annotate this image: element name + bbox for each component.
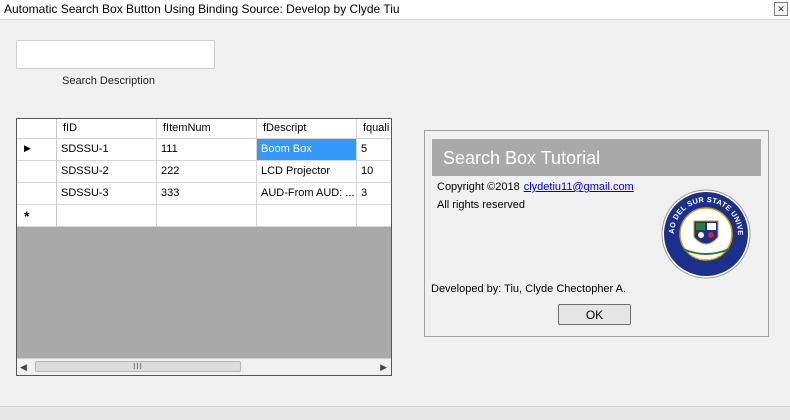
title-bar: Automatic Search Box Button Using Bindin… [0, 0, 790, 20]
university-seal-logo: SURIGAO DEL SUR STATE UNIVERSITY CANTILA… [661, 189, 751, 279]
column-header-fitemnum[interactable]: fItemNum [157, 119, 257, 139]
new-row-cell[interactable] [257, 205, 357, 227]
search-label: Search Description [62, 75, 155, 87]
column-header-fquality[interactable]: fquali [357, 119, 391, 139]
close-icon[interactable]: ✕ [774, 2, 788, 16]
new-row-icon: * [24, 208, 30, 224]
scroll-thumb[interactable]: III [35, 361, 241, 372]
grid-header: fID fItemNum fDescript fquali [17, 119, 391, 140]
search-input[interactable] [16, 40, 215, 69]
table-cell[interactable]: 333 [157, 183, 257, 205]
copyright-line: Copyright ©2018 clydetiu11@gmail.com [437, 181, 634, 193]
new-row-cell[interactable] [157, 205, 257, 227]
rights-text: All rights reserved [437, 199, 526, 211]
table-cell[interactable]: LCD Projector [257, 161, 357, 183]
new-row-header[interactable]: * [17, 205, 57, 227]
current-row-icon: ▶ [24, 143, 31, 153]
table-cell[interactable]: 3 [357, 183, 391, 205]
ok-button[interactable]: OK [558, 304, 631, 325]
selected-cell[interactable]: Boom Box [257, 139, 357, 161]
horizontal-scrollbar[interactable]: ◀ III ▶ [17, 358, 391, 375]
panel-title: Search Box Tutorial [443, 148, 601, 168]
window-title: Automatic Search Box Button Using Bindin… [4, 2, 400, 16]
table-cell[interactable]: 222 [157, 161, 257, 183]
email-link[interactable]: clydetiu11@gmail.com [524, 181, 634, 193]
window-bottom-edge [0, 406, 790, 420]
data-grid[interactable]: fID fItemNum fDescript fquali ▶ SDSSU-1 … [16, 118, 392, 376]
scroll-right-icon[interactable]: ▶ [380, 362, 387, 373]
panel-header: Search Box Tutorial [432, 139, 761, 176]
grid-corner-header[interactable] [17, 119, 57, 139]
scroll-left-icon[interactable]: ◀ [20, 362, 27, 373]
table-cell[interactable]: SDSSU-1 [57, 139, 157, 161]
row-header[interactable] [17, 183, 57, 205]
row-header[interactable] [17, 161, 57, 183]
table-cell[interactable]: SDSSU-3 [57, 183, 157, 205]
row-header-current[interactable]: ▶ [17, 139, 57, 161]
column-header-fid[interactable]: fID [57, 119, 157, 139]
table-cell[interactable]: 5 [357, 139, 391, 161]
column-header-fdescript[interactable]: fDescript [257, 119, 357, 139]
table-cell[interactable]: SDSSU-2 [57, 161, 157, 183]
table-cell[interactable]: AUD-From AUD: ... [257, 183, 357, 205]
table-cell[interactable]: 111 [157, 139, 257, 161]
about-panel: Search Box Tutorial Copyright ©2018 clyde… [424, 130, 769, 337]
new-row-cell[interactable] [357, 205, 391, 227]
table-cell[interactable]: 10 [357, 161, 391, 183]
new-row-cell[interactable] [57, 205, 157, 227]
copyright-text: Copyright ©2018 [437, 181, 520, 193]
developed-by-text: Developed by: Tiu, Clyde Chectopher A. [431, 283, 627, 295]
